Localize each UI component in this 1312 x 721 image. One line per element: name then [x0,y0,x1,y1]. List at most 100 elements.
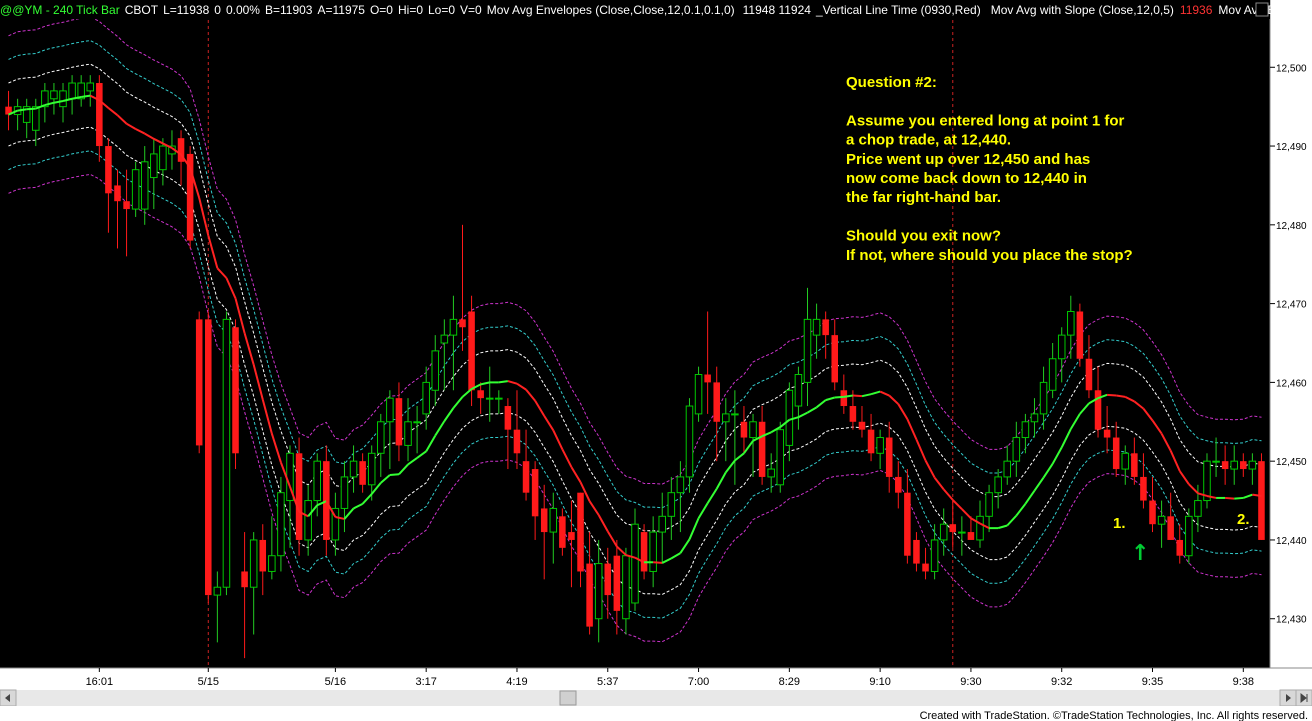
candle-body [704,374,711,383]
candle-body [449,318,458,336]
candle-body [1185,515,1193,557]
x-tick-label: 7:00 [688,676,709,688]
moving-average-segment [26,107,36,111]
candle-body [613,555,621,611]
candle-body [713,382,720,422]
candle-body [1076,311,1084,359]
status-open: O=0 [370,3,393,17]
moving-average-segment [1116,394,1126,398]
x-tick-label: 5/16 [325,676,346,688]
footer-credit: Created with TradeStation. ©TradeStation… [920,710,1308,721]
candle-body [304,500,312,541]
status-last: L=11938 [163,3,209,17]
candle [1203,453,1211,509]
status-low: Lo=0 [428,3,455,17]
candle [232,319,239,470]
candle-body [758,421,766,477]
moving-average-segment [653,561,663,564]
y-tick-label: 12,450 [1276,457,1307,468]
status-change: 0 [214,3,221,17]
candle-body [213,586,222,596]
annotation-line: Should you exit now? [846,228,1001,245]
candle-body [295,453,303,540]
candle-body [1258,461,1265,540]
candle-body [904,492,911,556]
candle-body [241,571,248,588]
x-tick-label: 16:01 [86,676,114,688]
candle-body [885,437,893,477]
y-tick-label: 12,500 [1276,63,1307,74]
candle-body [131,169,140,210]
scrollbar-track[interactable] [0,690,1312,706]
candle-body [577,492,584,572]
x-tick-label: 9:30 [960,676,981,688]
status-volume: V=0 [460,3,482,17]
candle-body [967,532,975,540]
status-indicator-1-values: 11948 11924 [743,3,812,17]
candle-body [876,437,884,454]
candle-body [123,201,130,210]
candle-body [1103,429,1111,438]
yahoo-icon: @ [0,3,12,17]
candle-body [1140,476,1147,501]
moving-average-segment [843,394,854,398]
candle-body [1003,460,1012,478]
moving-average-segment [1107,393,1117,397]
candle-body [1030,413,1039,423]
status-ask: A=11975 [317,3,365,17]
candle-body [68,82,76,100]
annotation-line: If not, where should you place the stop? [846,247,1133,264]
up-arrow-icon: ↑ [1131,541,1149,566]
candle-body [840,390,848,407]
moving-average-segment [852,394,863,398]
candle-body [1194,500,1202,517]
x-tick-label: 4:19 [506,676,527,688]
x-tick-label: 9:35 [1142,676,1163,688]
x-tick-label: 9:38 [1233,676,1254,688]
candle-body [377,421,385,454]
candle-body [96,83,103,147]
candle-body [1121,452,1130,470]
status-bar: @@YM - 240 Tick Bar CBOT L=11938 0 0.00% B=11… [0,3,1312,17]
candle [776,421,785,493]
moving-average-segment [1234,496,1244,500]
candle-body [323,461,330,540]
candle-body [594,563,603,620]
candle-body [340,476,349,509]
candle-body [1057,334,1066,360]
y-tick-label: 12,440 [1276,536,1307,547]
y-tick-label: 12,480 [1276,221,1307,232]
candle-body [1240,461,1247,470]
candle-body [949,524,957,533]
candle-body [985,492,993,517]
status-scroll-box[interactable] [1255,2,1269,17]
status-change-pct: 0.00% [226,3,260,17]
candle-body [994,476,1002,494]
annotation-line: Question #2: [846,74,937,91]
candle-body [1131,453,1138,477]
moving-average-segment [389,473,400,476]
candle-body [559,516,566,548]
x-tick-label: 9:10 [869,676,890,688]
candle-body [140,161,149,210]
candle [131,161,140,217]
chart-window: 12,500 12,490 12,480 12,470 12,460 12,450 12,4… [0,0,1312,721]
moving-average-segment [81,94,91,99]
candle-body [32,106,40,131]
candle-body [604,563,612,596]
candle [694,366,703,422]
candle-body [722,413,730,423]
candle-body [513,429,521,454]
y-tick-label: 12,430 [1276,615,1307,626]
candle [195,311,203,454]
candle-body [485,397,494,400]
candle-body [468,311,475,391]
candle-body [1176,539,1184,556]
scrollbar-thumb[interactable] [559,690,577,706]
candle-body [1067,310,1075,336]
candle-body [522,461,530,493]
candle-body [622,555,630,620]
candle-body [785,389,794,446]
candle-body [195,319,203,446]
x-tick-label: 8:29 [779,676,800,688]
